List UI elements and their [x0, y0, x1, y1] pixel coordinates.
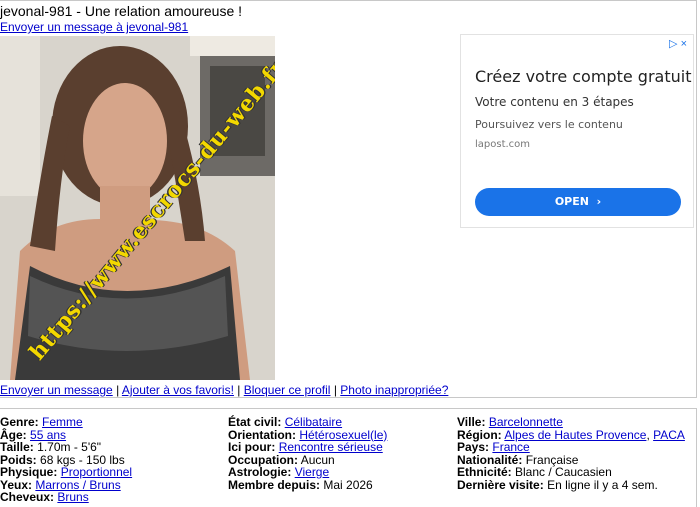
detail-hair: Cheveux: Bruns	[0, 491, 132, 504]
send-message-link[interactable]: Envoyer un message à jevonal-981	[0, 20, 188, 34]
details-column-2: État civil: Célibataire Orientation: Hét…	[228, 416, 387, 491]
ad-open-button[interactable]: OPEN ›	[475, 188, 681, 216]
separator: |	[333, 383, 337, 397]
detail-value-secondary[interactable]: PACA	[653, 428, 685, 442]
profile-title: jevonal-981 - Une relation amoureuse !	[0, 3, 243, 19]
ad-open-button-label: OPEN	[554, 195, 589, 208]
advertisement[interactable]: ▷ × Créez votre compte gratuit Votre con…	[460, 34, 694, 228]
chevron-right-icon: ›	[592, 195, 602, 208]
profile-photo[interactable]: https://www.escrocs-du-web.fr	[0, 36, 275, 380]
block-profile-action[interactable]: Bloquer ce profil	[244, 383, 331, 397]
send-message-action[interactable]: Envoyer un message	[0, 383, 113, 397]
ad-choices-icon[interactable]: ▷ ×	[669, 37, 687, 50]
detail-member-since: Membre depuis: Mai 2026	[228, 477, 387, 492]
detail-value: En ligne il y a 4 sem.	[547, 477, 658, 492]
ad-description: Poursuivez vers le contenu	[475, 118, 623, 131]
separator: |	[237, 383, 241, 397]
details-column-1: Genre: Femme Âge: 55 ans Taille: 1.70m -…	[0, 416, 132, 504]
detail-label: Cheveux:	[0, 490, 55, 504]
ad-subtitle: Votre contenu en 3 étapes	[475, 95, 634, 109]
report-photo-action[interactable]: Photo inappropriée?	[340, 383, 448, 397]
ad-domain: lapost.com	[475, 139, 531, 150]
ad-title[interactable]: Créez votre compte gratuit	[475, 67, 691, 86]
detail-value: Mai 2026	[323, 477, 373, 492]
profile-details: Genre: Femme Âge: 55 ans Taille: 1.70m -…	[0, 408, 697, 507]
detail-last-visit: Dernière visite: En ligne il y a 4 sem.	[457, 477, 685, 492]
details-column-3: Ville: Barcelonnette Région: Alpes de Ha…	[457, 416, 685, 491]
add-favorite-action[interactable]: Ajouter à vos favoris!	[122, 383, 234, 397]
profile-actions: Envoyer un message | Ajouter à vos favor…	[0, 383, 448, 397]
separator: |	[116, 383, 120, 397]
detail-label: Membre depuis:	[228, 477, 321, 492]
detail-label: Dernière visite:	[457, 477, 544, 492]
detail-value[interactable]: Bruns	[57, 490, 88, 504]
